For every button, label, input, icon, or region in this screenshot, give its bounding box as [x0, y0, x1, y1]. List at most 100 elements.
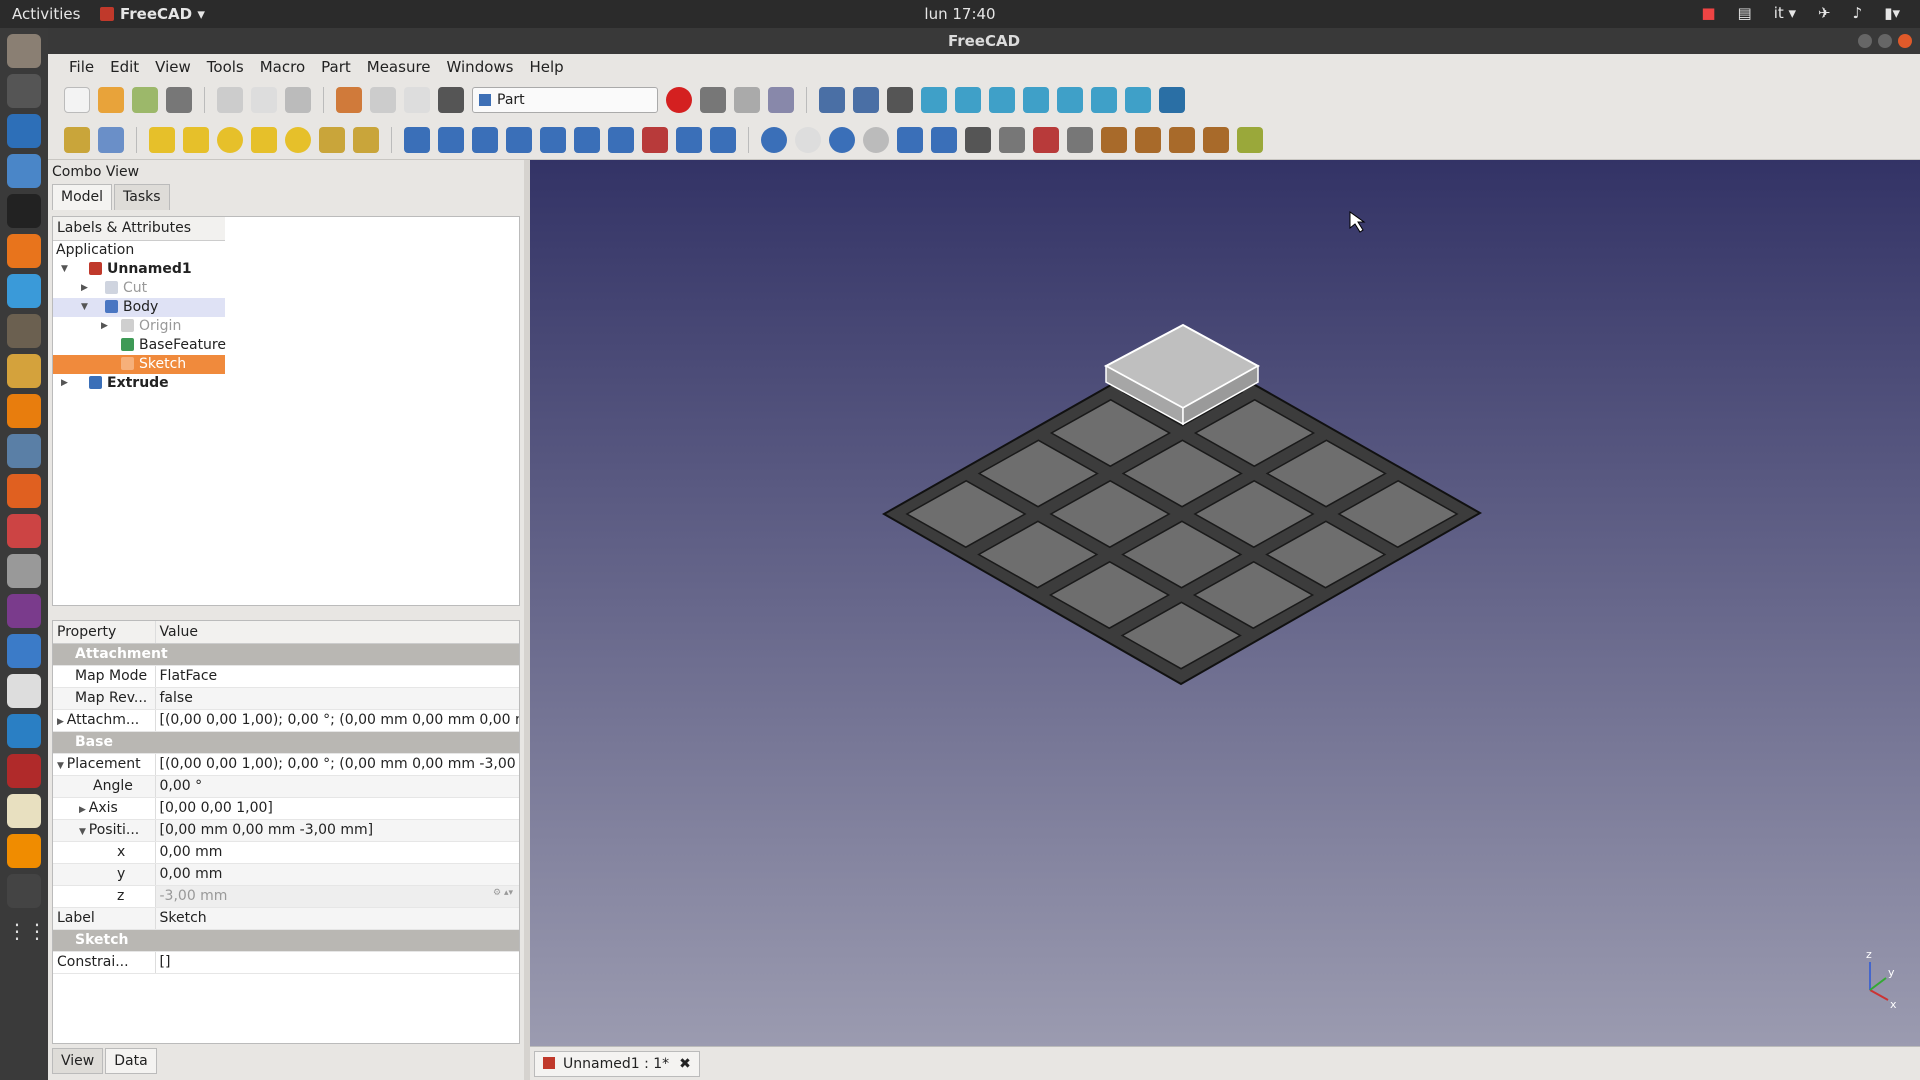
prop-placement-key[interactable]: ▼ Placement	[53, 753, 156, 776]
tab-view[interactable]: View	[52, 1048, 104, 1074]
prop-map-mode-value[interactable]: FlatFace	[155, 665, 519, 688]
collapse-arrow-icon[interactable]: ▶	[79, 805, 89, 815]
prop-axis-key[interactable]: ▶ Axis	[53, 797, 156, 820]
tab-data[interactable]: Data	[105, 1048, 157, 1074]
left-view-icon[interactable]	[1125, 87, 1151, 113]
prop-placement-value[interactable]: [(0,00 0,00 1,00); 0,00 °; (0,00 mm 0,00…	[155, 753, 519, 776]
fuse-icon[interactable]	[829, 126, 855, 153]
create-part-icon[interactable]	[64, 126, 90, 153]
dock-show-apps-icon[interactable]: ⋮⋮	[7, 914, 47, 948]
paste-icon[interactable]	[285, 87, 311, 113]
tree-item-sketch[interactable]: Sketch	[53, 355, 225, 374]
whats-this-icon[interactable]	[438, 87, 464, 113]
dock-firefox-icon[interactable]	[7, 234, 41, 268]
dock-blender-icon[interactable]	[7, 394, 41, 428]
attachment-icon[interactable]	[1101, 126, 1127, 153]
tree-item-body[interactable]: ▼ Body	[53, 298, 225, 317]
workbench-selector[interactable]: Part	[472, 87, 658, 113]
prop-attachment-key[interactable]: ▶ Attachm...	[53, 709, 156, 732]
fit-selection-icon[interactable]	[853, 87, 879, 113]
redo-icon[interactable]	[370, 87, 396, 113]
section-icon[interactable]	[1033, 126, 1059, 153]
menu-help[interactable]: Help	[522, 56, 570, 78]
prop-attachment-value[interactable]: [(0,00 0,00 1,00); 0,00 °; (0,00 mm 0,00…	[155, 709, 519, 732]
prop-map-rev-value[interactable]: false	[155, 687, 519, 710]
dock-writer-icon[interactable]	[7, 114, 41, 148]
cross-sections-icon[interactable]	[1067, 126, 1093, 153]
top-view-icon[interactable]	[989, 87, 1015, 113]
right-view-icon[interactable]	[1023, 87, 1049, 113]
cut-boolean-icon[interactable]	[795, 126, 821, 153]
prop-z-input[interactable]: -3,00 mm	[160, 888, 228, 904]
airplane-icon[interactable]: ✈	[1818, 4, 1831, 22]
menu-windows[interactable]: Windows	[440, 56, 521, 78]
camera-icon[interactable]: ■	[1701, 4, 1715, 22]
prop-constraints-value[interactable]: []	[155, 951, 519, 974]
cut-icon[interactable]	[217, 87, 243, 113]
copy-icon[interactable]	[251, 87, 277, 113]
group-sketch[interactable]: Sketch	[53, 929, 519, 952]
tree-item-cut[interactable]: ▶ Cut	[53, 279, 225, 298]
dock-camera-icon[interactable]	[7, 554, 41, 588]
prop-axis-value[interactable]: [0,00 0,00 1,00]	[155, 797, 519, 820]
split-icon[interactable]	[931, 126, 957, 153]
expand-arrow-icon[interactable]: ▼	[79, 827, 89, 837]
extrude-icon[interactable]	[404, 126, 430, 153]
tree-document[interactable]: ▼ Unnamed1	[53, 260, 225, 279]
dock-tools-icon[interactable]	[7, 514, 41, 548]
expand-arrow-icon[interactable]: ▼	[57, 761, 67, 771]
prop-position-key[interactable]: ▼ Positi...	[53, 819, 156, 842]
prop-z-value[interactable]: -3,00 mm ⚙ ▴▾	[155, 885, 519, 908]
spinbox-arrows-icon[interactable]: ⚙ ▴▾	[493, 888, 513, 898]
dock-editor-icon[interactable]	[7, 274, 41, 308]
dock-terminal-icon[interactable]	[7, 194, 41, 228]
check-geometry-icon[interactable]	[999, 126, 1025, 153]
primitives-icon[interactable]	[319, 126, 345, 153]
clipboard-icon[interactable]: ▤	[1738, 4, 1752, 22]
revolve-icon[interactable]	[438, 126, 464, 153]
dock-video-icon[interactable]	[7, 594, 41, 628]
volume-icon[interactable]: ♪	[1853, 4, 1863, 22]
print-icon[interactable]	[166, 87, 192, 113]
run-macro-icon[interactable]	[768, 87, 794, 113]
dock-gimp-icon[interactable]	[7, 314, 41, 348]
close-tab-icon[interactable]: ✖	[679, 1056, 691, 1072]
tree-item-extrude[interactable]: ▶ Extrude	[53, 374, 225, 393]
measure-angular-icon[interactable]	[1203, 126, 1229, 153]
tree-item-origin[interactable]: ▶ Origin	[53, 317, 225, 336]
dock-vlc-icon[interactable]	[7, 834, 41, 868]
dock-software-icon[interactable]	[7, 474, 41, 508]
common-icon[interactable]	[863, 126, 889, 153]
make-face-icon[interactable]	[574, 126, 600, 153]
group-icon[interactable]	[98, 126, 124, 153]
collapse-arrow-icon[interactable]: ▶	[57, 717, 67, 727]
cone-icon[interactable]	[251, 126, 277, 153]
3d-viewport[interactable]: z x y	[530, 160, 1920, 1046]
close-button[interactable]	[1898, 34, 1912, 48]
open-file-icon[interactable]	[98, 87, 124, 113]
isometric-view-icon[interactable]	[921, 87, 947, 113]
measure-toggle-icon[interactable]	[1237, 126, 1263, 153]
3d-scene[interactable]: z x y	[530, 160, 1920, 1046]
join-icon[interactable]	[897, 126, 923, 153]
dock-notes-icon[interactable]	[7, 794, 41, 828]
collapse-arrow-icon[interactable]: ▶	[61, 374, 68, 393]
expand-arrow-icon[interactable]: ▼	[61, 260, 68, 279]
mirror-icon[interactable]	[472, 126, 498, 153]
battery-icon[interactable]: ▮▾	[1884, 4, 1900, 22]
collapse-arrow-icon[interactable]: ▶	[101, 317, 108, 336]
language-indicator[interactable]: it ▾	[1774, 4, 1796, 22]
offset-icon[interactable]	[676, 126, 702, 153]
dock-arrows-icon[interactable]	[7, 634, 41, 668]
group-base[interactable]: Base	[53, 731, 519, 754]
record-macro-icon[interactable]	[666, 87, 692, 113]
ruled-surface-icon[interactable]	[608, 126, 634, 153]
thickness-icon[interactable]	[710, 126, 736, 153]
menu-tools[interactable]: Tools	[200, 56, 251, 78]
expand-arrow-icon[interactable]: ▼	[81, 298, 88, 317]
save-icon[interactable]	[132, 87, 158, 113]
maximize-button[interactable]	[1878, 34, 1892, 48]
measure-icon[interactable]	[1159, 87, 1185, 113]
dock-freecad-icon[interactable]	[7, 754, 41, 788]
menu-macro[interactable]: Macro	[253, 56, 312, 78]
